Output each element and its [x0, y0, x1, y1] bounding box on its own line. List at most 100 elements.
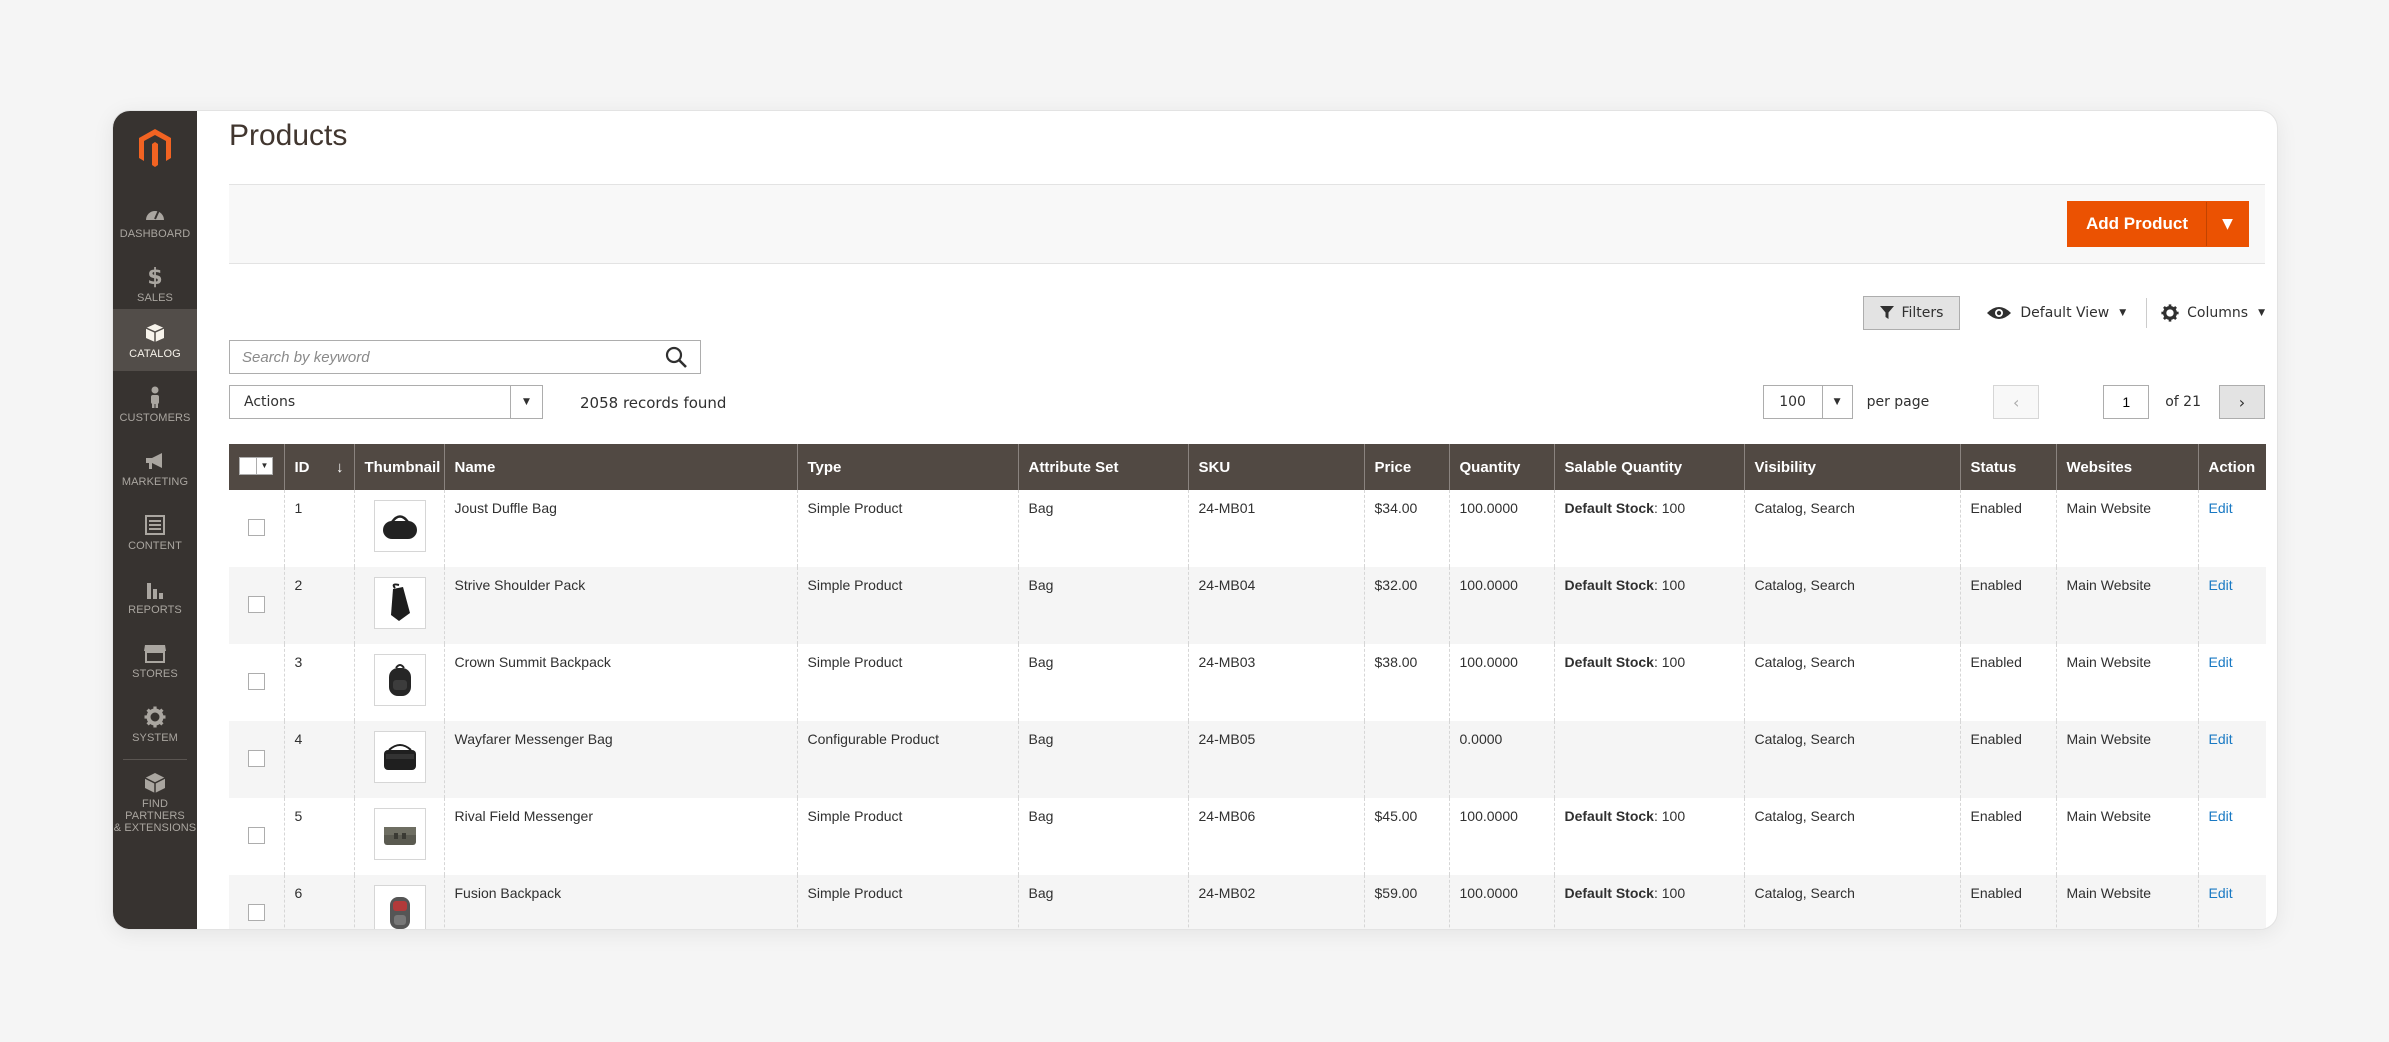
- cell-action: Edit: [2198, 490, 2266, 567]
- header-sku[interactable]: SKU: [1188, 444, 1365, 490]
- nav-label: CUSTOMERS: [119, 412, 191, 424]
- header-visibility[interactable]: Visibility: [1744, 444, 1961, 490]
- next-page-button[interactable]: ›: [2219, 385, 2265, 419]
- mass-actions-select[interactable]: Actions ▼: [229, 385, 543, 419]
- current-page-input[interactable]: [2103, 385, 2150, 419]
- magento-logo[interactable]: [113, 119, 197, 177]
- cell-status: Enabled: [1960, 644, 2057, 721]
- default-view-dropdown[interactable]: Default View ▼: [1986, 305, 2126, 321]
- header-quantity[interactable]: Quantity: [1449, 444, 1555, 490]
- cell-thumbnail: [354, 644, 445, 721]
- edit-link[interactable]: Edit: [2209, 577, 2233, 593]
- header-id[interactable]: ID ↓: [284, 444, 355, 490]
- nav-label: CONTENT: [128, 540, 182, 552]
- add-product-dropdown-icon[interactable]: ▼: [2206, 202, 2248, 246]
- search-icon[interactable]: [652, 346, 700, 368]
- previous-page-button[interactable]: ‹: [1993, 385, 2040, 419]
- header-status[interactable]: Status: [1960, 444, 2057, 490]
- table-row[interactable]: 6 Fusion Backpack Simple Product Bag 24-…: [229, 875, 2266, 929]
- cell-salable-quantity: Default Stock: 100: [1554, 798, 1745, 875]
- cell-quantity: 100.0000: [1449, 490, 1555, 567]
- product-thumbnail[interactable]: [373, 731, 426, 783]
- nav-system[interactable]: SYSTEM: [113, 693, 197, 755]
- product-thumbnail[interactable]: [373, 885, 426, 929]
- dollar-icon: $: [147, 264, 163, 290]
- cell-thumbnail: [354, 490, 445, 567]
- duffle-bag-icon: [382, 515, 417, 539]
- cell-name: Crown Summit Backpack: [444, 644, 798, 721]
- table-row[interactable]: 5 Rival Field Messenger Simple Product B…: [229, 798, 2266, 875]
- header-name[interactable]: Name: [444, 444, 798, 490]
- cell-websites: Main Website: [2056, 875, 2199, 929]
- cell-thumbnail: [354, 721, 445, 798]
- header-label: Visibility: [1754, 458, 1816, 476]
- header-websites[interactable]: Websites: [2056, 444, 2199, 490]
- table-row[interactable]: 2 Strive Shoulder Pack Simple Product Ba…: [229, 567, 2266, 644]
- row-checkbox[interactable]: [248, 827, 265, 844]
- product-thumbnail[interactable]: [373, 500, 426, 552]
- cell-status: Enabled: [1960, 490, 2057, 567]
- row-checkbox[interactable]: [248, 673, 265, 690]
- product-thumbnail[interactable]: [373, 654, 426, 706]
- table-row[interactable]: 1 Joust Duffle Bag Simple Product Bag 24…: [229, 490, 2266, 567]
- add-product-label[interactable]: Add Product: [2068, 202, 2206, 246]
- row-checkbox[interactable]: [248, 904, 265, 921]
- product-thumbnail[interactable]: [373, 808, 426, 860]
- cell-thumbnail: [354, 567, 445, 644]
- cell-thumbnail: [354, 875, 445, 929]
- nav-customers[interactable]: CUSTOMERS: [113, 373, 197, 435]
- cell-sku: 24-MB03: [1188, 644, 1365, 721]
- nav-stores[interactable]: STORES: [113, 629, 197, 691]
- nav-find-partners[interactable]: FIND PARTNERS & EXTENSIONS: [113, 763, 197, 841]
- stock-label: Default Stock: [1564, 577, 1654, 593]
- cell-status: Enabled: [1960, 875, 2057, 929]
- nav-label: SYSTEM: [132, 732, 178, 744]
- magento-logo-icon: [139, 129, 171, 167]
- table-row[interactable]: 4 Wayfarer Messenger Bag Configurable Pr…: [229, 721, 2266, 798]
- header-price[interactable]: Price: [1364, 444, 1450, 490]
- nav-reports[interactable]: REPORTS: [113, 565, 197, 627]
- cell-attribute-set: Bag: [1018, 875, 1189, 929]
- search-input[interactable]: [230, 342, 652, 372]
- nav-content[interactable]: CONTENT: [113, 501, 197, 563]
- cell-type: Simple Product: [797, 644, 1019, 721]
- cell-salable-quantity: [1554, 721, 1745, 798]
- nav-label: STORES: [132, 668, 178, 680]
- stock-label: Default Stock: [1564, 885, 1654, 901]
- header-type[interactable]: Type: [797, 444, 1019, 490]
- row-checkbox[interactable]: [248, 519, 265, 536]
- cell-price: $32.00: [1364, 567, 1450, 644]
- columns-dropdown[interactable]: Columns ▼: [2161, 304, 2265, 322]
- cell-name: Fusion Backpack: [444, 875, 798, 929]
- toolbar-divider: [2146, 298, 2148, 328]
- nav-sales[interactable]: $ SALES: [113, 253, 197, 315]
- chevron-down-icon: ▼: [1821, 386, 1852, 418]
- edit-link[interactable]: Edit: [2209, 808, 2233, 824]
- cell-attribute-set: Bag: [1018, 721, 1189, 798]
- header-label: Salable Quantity: [1564, 458, 1683, 476]
- edit-link[interactable]: Edit: [2209, 654, 2233, 670]
- nav-dashboard[interactable]: DASHBOARD: [113, 189, 197, 251]
- header-label: Thumbnail: [364, 458, 441, 476]
- per-page-select[interactable]: 100 ▼: [1762, 385, 1853, 419]
- cell-type: Configurable Product: [797, 721, 1019, 798]
- edit-link[interactable]: Edit: [2209, 885, 2233, 901]
- header-label: Attribute Set: [1028, 458, 1119, 476]
- mass-select-checkbox[interactable]: ▼: [239, 456, 273, 475]
- edit-link[interactable]: Edit: [2209, 500, 2233, 516]
- row-select-cell: [229, 567, 285, 644]
- product-thumbnail[interactable]: [373, 577, 426, 629]
- header-label: Price: [1374, 458, 1412, 476]
- row-checkbox[interactable]: [248, 596, 265, 613]
- row-select-cell: [229, 490, 285, 567]
- cell-websites: Main Website: [2056, 721, 2199, 798]
- row-checkbox[interactable]: [248, 750, 265, 767]
- nav-marketing[interactable]: MARKETING: [113, 437, 197, 499]
- edit-link[interactable]: Edit: [2209, 731, 2233, 747]
- nav-catalog[interactable]: CATALOG: [113, 309, 197, 371]
- filters-button[interactable]: Filters: [1863, 296, 1961, 330]
- add-product-button[interactable]: Add Product ▼: [2067, 201, 2249, 247]
- header-attribute-set[interactable]: Attribute Set: [1018, 444, 1189, 490]
- table-row[interactable]: 3 Crown Summit Backpack Simple Product B…: [229, 644, 2266, 721]
- cell-websites: Main Website: [2056, 798, 2199, 875]
